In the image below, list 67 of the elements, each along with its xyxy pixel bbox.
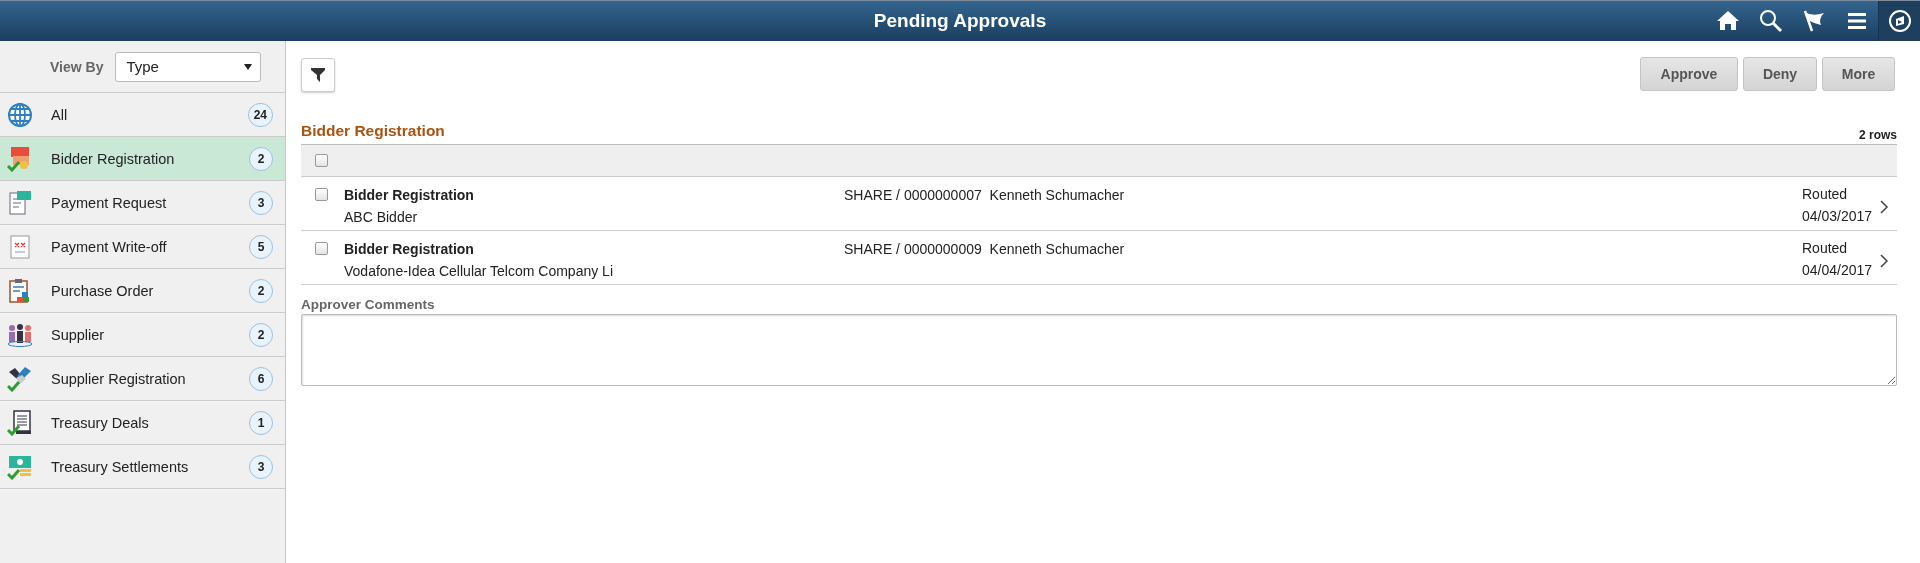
globe-icon — [7, 101, 33, 128]
sidebar-item[interactable]: Treasury Settlements 3 — [0, 445, 285, 489]
sidebar-item[interactable]: Payment Write-off 5 — [0, 225, 285, 269]
sidebar-item[interactable]: Supplier Registration 6 — [0, 357, 285, 401]
page-title: Pending Approvals — [873, 10, 1047, 32]
row-subtitle: ABC Bidder — [344, 209, 419, 225]
flag-icon[interactable] — [1801, 9, 1826, 33]
row-count: 2 rows — [1859, 128, 1897, 144]
chevron-icon — [1879, 200, 1889, 214]
row-status: Routed — [1802, 186, 1849, 202]
people-icon — [7, 321, 33, 348]
item-label: Bidder Registration — [51, 150, 176, 167]
count-badge: 1 — [249, 410, 273, 435]
sidebar-item[interactable]: Supplier 2 — [0, 313, 285, 357]
row-date: 04/04/2017 — [1802, 262, 1874, 278]
count-badge: 2 — [249, 146, 273, 171]
item-label: Treasury Deals — [51, 414, 150, 431]
comments-field[interactable] — [301, 314, 1897, 386]
approval-row[interactable]: Bidder Registration ABC Bidder SHARE / 0000000007 Kenneth Schumacher Routed 04/03/2017 — [301, 177, 1897, 231]
search-icon[interactable] — [1758, 9, 1783, 33]
filter-button[interactable] — [301, 58, 335, 92]
item-label: Payment Write-off — [51, 238, 168, 255]
count-badge: 6 — [249, 366, 273, 391]
action-button[interactable]: More — [1822, 57, 1895, 91]
section-title: Bidder Registration — [301, 122, 445, 141]
document-icon — [7, 409, 33, 436]
chevron-icon — [1879, 254, 1889, 268]
item-label: Payment Request — [51, 194, 168, 211]
row-title: Bidder Registration — [344, 241, 475, 257]
sidebar-item[interactable]: Treasury Deals 1 — [0, 401, 285, 445]
action-button[interactable]: Deny — [1743, 57, 1817, 91]
caret-icon — [244, 63, 253, 70]
item-label: All — [51, 106, 69, 123]
row-subtitle: Vodafone-Idea Cellular Telcom Company Li — [344, 263, 614, 279]
approval-row[interactable]: Bidder Registration Vodafone-Idea Cellular Telcom Company Li SHARE / 0000000009 Kenneth Schumacher Routed 04/04/2017 — [301, 231, 1897, 285]
row-title: Bidder Registration — [344, 187, 475, 203]
row-date: 04/03/2017 — [1802, 208, 1874, 224]
document-icon — [7, 189, 33, 216]
handshake-icon — [7, 365, 33, 392]
sidebar-item[interactable]: Payment Request 3 — [0, 181, 285, 225]
view-by-dropdown[interactable]: Type — [115, 51, 262, 82]
comments-label: Approver Comments — [301, 297, 436, 312]
count-badge: 2 — [249, 322, 273, 347]
document-icon — [7, 233, 33, 260]
row-checkbox[interactable] — [315, 188, 328, 201]
money-icon — [7, 453, 33, 480]
filter-icon — [311, 68, 325, 82]
row-checkbox[interactable] — [315, 242, 328, 255]
count-badge: 24 — [247, 102, 273, 127]
count-badge: 2 — [249, 278, 273, 303]
compass-icon[interactable] — [1887, 9, 1912, 33]
sidebar-item[interactable]: Bidder Registration 2 — [0, 137, 285, 181]
count-badge: 3 — [249, 454, 273, 479]
select-all-checkbox[interactable] — [315, 154, 328, 167]
row-status: Routed — [1802, 240, 1849, 256]
view-by-label: View By — [50, 58, 104, 75]
item-label: Supplier — [51, 326, 106, 343]
count-badge: 3 — [249, 190, 273, 215]
item-label: Supplier Registration — [51, 370, 187, 387]
action-button[interactable]: Approve — [1640, 57, 1738, 91]
item-label: Treasury Settlements — [51, 458, 190, 475]
row-reference: SHARE / 0000000009 Kenneth Schumacher — [844, 241, 1126, 257]
count-badge: 5 — [249, 234, 273, 259]
item-label: Purchase Order — [51, 282, 155, 299]
home-icon[interactable] — [1715, 9, 1740, 33]
sidebar-item[interactable]: Purchase Order 2 — [0, 269, 285, 313]
row-reference: SHARE / 0000000007 Kenneth Schumacher — [844, 187, 1126, 203]
